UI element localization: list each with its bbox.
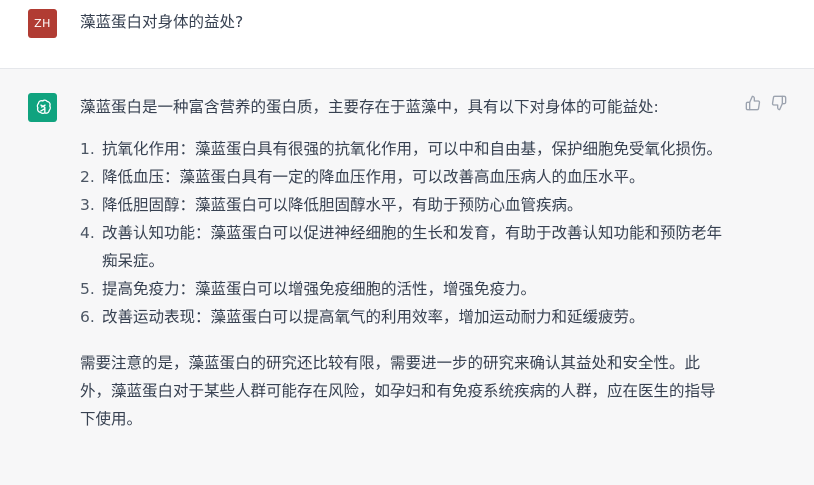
list-number: 5. (80, 280, 95, 298)
list-item-text: 改善运动表现：藻蓝蛋白可以提高氧气的利用效率，增加运动耐力和延缓疲劳。 (102, 308, 645, 326)
user-message-text: 藻蓝蛋白对身体的益处? (80, 13, 244, 31)
list-item: 6. 改善运动表现：藻蓝蛋白可以提高氧气的利用效率，增加运动耐力和延缓疲劳。 (80, 303, 730, 331)
list-number: 4. (80, 224, 95, 242)
list-number: 2. (80, 168, 95, 186)
list-item: 1. 抗氧化作用：藻蓝蛋白具有很强的抗氧化作用，可以中和自由基，保护细胞免受氧化损… (80, 135, 730, 163)
list-item-text: 改善认知功能：藻蓝蛋白可以促进神经细胞的生长和发育，有助于改善认知功能和预防老年… (102, 224, 723, 270)
list-item-text: 抗氧化作用：藻蓝蛋白具有很强的抗氧化作用，可以中和自由基，保护细胞免受氧化损伤。 (102, 140, 723, 158)
list-number: 3. (80, 196, 95, 214)
list-item: 2. 降低血压：藻蓝蛋白具有一定的降血压作用，可以改善高血压病人的血压水平。 (80, 163, 730, 191)
user-message-row: ZH 藻蓝蛋白对身体的益处? (0, 0, 814, 69)
list-item: 4. 改善认知功能：藻蓝蛋白可以促进神经细胞的生长和发育，有助于改善认知功能和预防… (80, 219, 730, 275)
thumbs-down-icon[interactable] (771, 95, 787, 111)
thumbs-up-icon[interactable] (745, 95, 761, 111)
assistant-message-content: 藻蓝蛋白是一种富含营养的蛋白质，主要存在于蓝藻中，具有以下对身体的可能益处: 1… (80, 93, 730, 433)
feedback-buttons (745, 95, 787, 111)
assistant-intro: 藻蓝蛋白是一种富含营养的蛋白质，主要存在于蓝藻中，具有以下对身体的可能益处: (80, 98, 659, 116)
list-item-text: 降低胆固醇：藻蓝蛋白可以降低胆固醇水平，有助于预防心血管疾病。 (102, 196, 583, 214)
list-item-text: 降低血压：藻蓝蛋白具有一定的降血压作用，可以改善高血压病人的血压水平。 (102, 168, 645, 186)
assistant-message-row: 藻蓝蛋白是一种富含营养的蛋白质，主要存在于蓝藻中，具有以下对身体的可能益处: 1… (0, 69, 814, 485)
list-number: 1. (80, 140, 95, 158)
user-avatar: ZH (28, 9, 57, 38)
list-item-text: 提高免疫力：藻蓝蛋白可以增强免疫细胞的活性，增强免疫力。 (102, 280, 537, 298)
benefits-list: 1. 抗氧化作用：藻蓝蛋白具有很强的抗氧化作用，可以中和自由基，保护细胞免受氧化损… (80, 135, 730, 331)
list-item: 3. 降低胆固醇：藻蓝蛋白可以降低胆固醇水平，有助于预防心血管疾病。 (80, 191, 730, 219)
list-item: 5. 提高免疫力：藻蓝蛋白可以增强免疫细胞的活性，增强免疫力。 (80, 275, 730, 303)
openai-logo-icon (28, 93, 57, 122)
list-number: 6. (80, 308, 95, 326)
assistant-note: 需要注意的是，藻蓝蛋白的研究还比较有限，需要进一步的研究来确认其益处和安全性。此… (80, 354, 716, 428)
